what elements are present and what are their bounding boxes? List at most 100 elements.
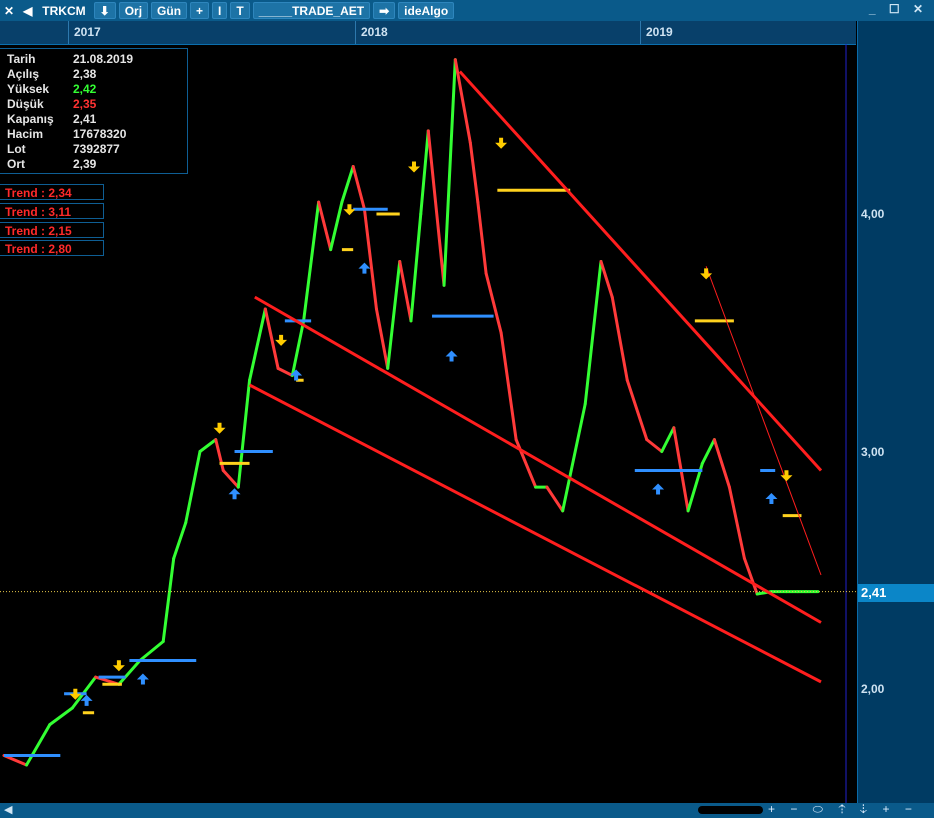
price-segment <box>198 438 218 453</box>
price-segment <box>236 378 252 489</box>
price-segment <box>442 58 457 287</box>
sell-signal-arrow <box>495 137 508 149</box>
price-segment <box>742 556 759 596</box>
info-key: Açılış <box>7 67 40 81</box>
price-segment <box>138 640 165 662</box>
period-button[interactable]: Gün <box>151 2 188 19</box>
buy-signal-arrow <box>228 488 241 500</box>
zoom-controls[interactable]: + − ⬭ ⇡ ⇣ + − <box>768 802 918 817</box>
provider-button[interactable]: ideAlgo <box>398 2 455 19</box>
info-value: 2,41 <box>73 112 97 126</box>
price-segment <box>290 319 306 377</box>
template-button[interactable]: _____TRADE_AET <box>252 2 371 19</box>
price-segment <box>514 438 538 489</box>
price-segment <box>161 556 176 643</box>
price-segment <box>351 165 366 211</box>
trend-value-box: Trend : 3,11 <box>0 203 104 219</box>
info-row-average: Ort 2,39 <box>7 157 182 172</box>
price-tick-label: 4,00 <box>861 207 885 221</box>
price-segment <box>583 260 603 406</box>
sell-signal-arrow <box>408 161 421 173</box>
price-segment <box>362 207 378 311</box>
price-segment <box>476 200 488 275</box>
info-key: Tarih <box>7 52 36 66</box>
price-segment <box>302 200 321 323</box>
price-segment <box>386 260 402 370</box>
price-segment <box>712 438 731 489</box>
trendline <box>248 383 822 684</box>
price-segment <box>484 271 503 335</box>
price-segment <box>48 706 74 727</box>
trend-value-box: Trend : 2,80 <box>0 240 104 256</box>
info-value: 21.08.2019 <box>73 52 134 66</box>
symbol-button[interactable]: TRKCM <box>37 3 90 18</box>
price-segment <box>426 129 446 287</box>
arrow-right-icon[interactable]: ➡ <box>373 2 396 19</box>
year-label-2018: 2018 <box>361 25 388 39</box>
info-value-high: 2,42 <box>73 82 97 96</box>
text-tool-icon[interactable]: T <box>230 2 250 19</box>
price-segment <box>599 260 614 299</box>
add-icon[interactable]: + <box>190 2 210 19</box>
price-segment <box>727 485 746 560</box>
price-segment <box>419 129 430 216</box>
last-price-badge: 2,41 <box>858 584 934 602</box>
window-controls[interactable]: _ ☐ ✕ <box>869 2 928 16</box>
buy-signal-arrow <box>652 483 665 495</box>
trend-value-box: Trend : 2,34 <box>0 184 104 200</box>
price-segment <box>645 438 664 453</box>
buy-signal-arrow <box>445 350 458 362</box>
info-value: 2,39 <box>73 157 97 171</box>
year-separator <box>640 21 641 44</box>
price-tick-label: 3,00 <box>861 445 885 459</box>
price-segment <box>409 212 423 323</box>
info-value: 17678320 <box>73 127 127 141</box>
price-segment <box>263 307 280 370</box>
price-segment <box>660 426 676 453</box>
scroll-thumb[interactable] <box>698 806 763 814</box>
price-segment <box>545 485 565 513</box>
price-segment <box>184 450 202 525</box>
trendline <box>458 70 823 472</box>
info-row-close: Kapanış 2,41 <box>7 112 182 127</box>
price-segment <box>700 438 716 465</box>
cursor-icon[interactable]: I <box>212 2 228 19</box>
price-segment <box>625 378 649 442</box>
price-segment <box>561 402 587 513</box>
time-axis: 2017 2018 2019 <box>0 21 856 45</box>
chart-toolbar: ✕ ◀ TRKCM ⬇ Orj Gün + I T _____TRADE_AET… <box>0 0 934 21</box>
price-segment <box>276 366 294 377</box>
price-axis[interactable]: 4,00 3,00 2,00 2,41 <box>857 21 934 803</box>
price-segment <box>340 165 355 204</box>
price-segment <box>25 723 52 767</box>
bottom-scroll-bar: ◀ + − ⬭ ⇡ ⇣ + − <box>0 802 934 818</box>
trend-value-box: Trend : 2,15 <box>0 222 104 238</box>
price-segment <box>214 438 225 472</box>
buy-signal-arrow <box>765 493 778 504</box>
price-segment <box>468 141 480 204</box>
info-value: 2,38 <box>73 67 97 81</box>
sell-signal-arrow <box>275 334 288 346</box>
info-row-lot: Lot 7392877 <box>7 142 182 157</box>
download-icon[interactable]: ⬇ <box>93 2 116 19</box>
info-key: Kapanış <box>7 112 54 126</box>
price-segment <box>221 469 240 489</box>
buy-signal-arrow <box>136 673 149 685</box>
trendline-thin <box>705 266 822 576</box>
orj-button[interactable]: Orj <box>118 2 149 19</box>
sell-signal-arrow <box>343 204 356 216</box>
info-row-date: Tarih 21.08.2019 <box>7 52 182 67</box>
year-separator <box>355 21 356 44</box>
sell-signal-arrow <box>112 660 125 672</box>
back-icon[interactable]: ◀ <box>21 3 34 18</box>
close-icon[interactable]: ✕ <box>0 3 18 18</box>
price-segment <box>453 58 472 145</box>
info-key: Ort <box>7 157 25 171</box>
price-segment <box>172 521 188 560</box>
price-segment <box>398 260 413 323</box>
info-key: Yüksek <box>7 82 50 96</box>
year-label-2019: 2019 <box>646 25 673 39</box>
scroll-left-icon[interactable]: ◀ <box>4 803 12 816</box>
info-row-low: Düşük 2,35 <box>7 97 182 112</box>
sell-signal-arrow <box>213 422 226 434</box>
